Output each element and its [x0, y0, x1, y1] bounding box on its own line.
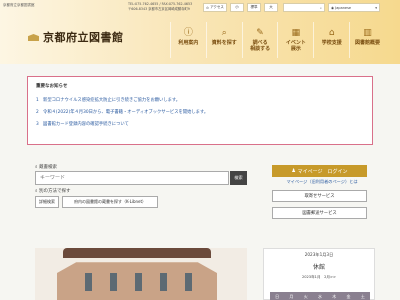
nav-library-overview[interactable]: ▥ 図書館概要	[349, 22, 385, 58]
notice-title: 重要なお知らせ	[36, 84, 68, 89]
main-nav: ⓘ 利用案内 ⌕ 資料を探す ✎ 調べる 相談する ▦ イベント 展示 ⌂ 学校…	[170, 22, 385, 58]
contact-info: TEL:075-762-4655 / FAX:075-762-4653 〒606…	[128, 2, 192, 12]
notice-link[interactable]: 2 令和４(2022)年４月30日から、電子書籍・オーディオブックサービスを開始…	[36, 109, 364, 115]
site-header: 京都府立京都図書館 TEL:075-762-4655 / FAX:075-762…	[0, 0, 400, 64]
pencil-icon: ✎	[256, 28, 264, 38]
library-icon: ▥	[363, 28, 372, 38]
site-logo[interactable]: 京都府立図書館	[28, 29, 124, 45]
calendar-month-nav[interactable]: 2023年1月 2月>>	[264, 275, 374, 280]
important-notice: 重要なお知らせ 1 新型コロナウイルス感染症拡大防止に引き続きご協力をお願いしま…	[27, 76, 373, 145]
reservation-service-button[interactable]: 取寄せサービス	[272, 190, 367, 202]
other-search-label: ⌕ 別の方法で探す	[35, 189, 71, 194]
search-icon: ⌕	[320, 5, 322, 10]
window	[135, 273, 142, 291]
access-button[interactable]: ⊙ アクセス	[203, 3, 227, 12]
logo-text: 京都府立図書館	[43, 31, 124, 44]
font-size-standard-button[interactable]: 標準	[247, 3, 261, 12]
site-search-input[interactable]: ⌕	[283, 3, 325, 12]
mypage-about-link[interactable]: マイページ（旧利用者のページ）とは	[272, 179, 372, 185]
nav-guide[interactable]: ⓘ 利用案内	[170, 22, 206, 58]
advanced-search-button[interactable]: 詳細検索	[35, 196, 59, 208]
calendar-weekday-header: 日 月 火 水 木 金 土	[270, 292, 370, 300]
nav-research[interactable]: ✎ 調べる 相談する	[241, 22, 278, 58]
language-select[interactable]: ◉ Japanese ▾	[328, 3, 380, 12]
mypage-login-button[interactable]: ♟ マイページ ログイン	[272, 165, 367, 177]
weekday-label: 月	[289, 294, 294, 299]
weekday-label: 土	[360, 294, 365, 299]
notice-link[interactable]: 1 新型コロナウイルス感染症拡大防止に引き続きご協力をお願いします。	[36, 97, 364, 103]
weekday-label: 水	[317, 294, 322, 299]
klibnet-search-button[interactable]: 府内の図書館の蔵書を探す（K-Libnet）	[62, 196, 158, 208]
calendar-icon: ▦	[291, 28, 301, 38]
nav-school-support[interactable]: ⌂ 学校支援	[313, 22, 349, 58]
font-size-small-button[interactable]: 小	[230, 3, 244, 12]
school-icon: ⌂	[328, 28, 335, 38]
chevron-down-icon: ▾	[375, 5, 377, 10]
ginkgo-logo-icon	[28, 32, 40, 42]
font-size-large-button[interactable]: 大	[264, 3, 278, 12]
nav-search-materials[interactable]: ⌕ 資料を探す	[205, 22, 242, 58]
mail-service-button[interactable]: 図書郵送サービス	[272, 207, 367, 219]
notice-link[interactable]: 3 図書館カード登録内容の確認手続きについて	[36, 121, 364, 127]
window	[85, 273, 92, 291]
calendar-status: 休館	[312, 264, 325, 271]
calendar-date: 2023年1月3日	[304, 252, 334, 257]
contact-address: 〒606-8343 京都市左京区岡崎成勝寺町9	[128, 7, 190, 11]
search-icon: ⌕	[221, 28, 227, 38]
catalog-search-label: ⌕ 蔵書検索	[35, 165, 57, 170]
opening-calendar: 2023年1月3日 休館 2023年1月 2月>> 日 月 火 水 木 金 土	[263, 248, 375, 300]
weekday-label: 金	[346, 294, 351, 299]
nav-events[interactable]: ▦ イベント 展示	[277, 22, 313, 58]
weekday-label: 木	[332, 294, 337, 299]
keyword-input[interactable]	[35, 171, 229, 185]
site-subtitle: 京都府立京都図書館	[3, 3, 35, 7]
window	[110, 273, 117, 291]
window	[160, 273, 167, 291]
info-icon: ⓘ	[183, 28, 193, 38]
roof	[63, 248, 211, 258]
search-button[interactable]: 検索	[230, 171, 247, 185]
library-building-photo	[35, 248, 247, 300]
weekday-label: 日	[275, 294, 280, 299]
window	[185, 273, 192, 291]
weekday-label: 火	[303, 294, 308, 299]
